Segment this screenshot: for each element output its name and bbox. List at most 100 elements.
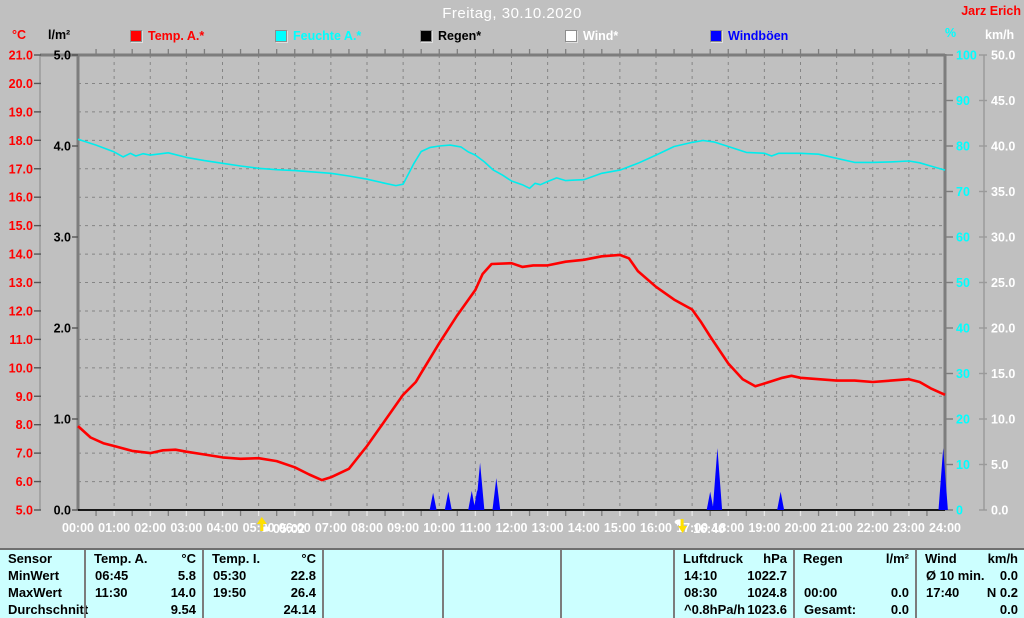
rain-tick-label: 5.0 [54,49,71,63]
table-col-luftdruck: LuftdruckhPa14:101022.708:301024.8^0.8hP… [673,550,793,618]
cell-time: 19:50 [204,585,267,600]
x-tick-label: 11:00 [460,521,491,535]
cell-value: 5.8 [148,568,202,583]
windgust-spike [713,448,722,510]
temp-tick-label: 7.0 [16,447,33,461]
x-tick-label: 13:00 [532,521,564,535]
rain-tick-label: 0.0 [54,504,71,518]
x-tick-label: 12:00 [496,521,528,535]
cell-value: 0.0 [859,585,915,600]
cell-value: 1024.8 [738,585,793,600]
cell-time: 00:00 [795,585,859,600]
weather-app-window: Freitag, 30.10.2020 Jarz Erich °C l/m² %… [0,0,1024,618]
rain-tick-label: 3.0 [54,231,71,245]
table-row [795,567,915,584]
table-row [444,584,560,601]
x-tick-label: 24:00 [929,521,961,535]
stats-table: SensorMinWertMaxWertDurchschnittTemp. A.… [0,548,1024,618]
hum-tick-label: 40 [956,322,970,336]
sunset-time-label: 16:40 [693,522,725,536]
table-col-wind: Windkm/hØ 10 min.0.017:40N 0.20.0 [915,550,1024,618]
cell-time: ^0.8hPa/h [675,602,745,617]
x-tick-label: 04:00 [207,521,239,535]
hum-tick-label: 10 [956,458,970,472]
wind-tick-label: 15.0 [991,367,1015,381]
hum-tick-label: 0 [956,504,963,518]
table-row: Ø 10 min.0.0 [917,567,1024,584]
cell-value: 9.54 [148,602,202,617]
temp-tick-label: 12.0 [9,304,33,318]
col-header: Luftdruck [675,551,763,566]
windgust-spike [430,493,437,510]
wind-tick-label: 10.0 [991,413,1015,427]
x-tick-label: 23:00 [893,521,925,535]
x-tick-label: 14:00 [568,521,600,535]
col-unit: km/h [988,551,1024,566]
table-row [324,584,442,601]
windgust-spike [707,492,714,510]
x-tick-label: 03:00 [170,521,202,535]
temp-tick-label: 9.0 [16,390,33,404]
windgust-spike [476,463,485,510]
cell-value: 0.0 [859,602,915,617]
cell-time: Ø 10 min. [917,568,985,583]
temp-tick-label: 11.0 [9,333,33,347]
table-row: 11:3014.0 [86,584,202,601]
table-row: Gesamt:0.0 [795,601,915,618]
table-col-temp-a-: Temp. A.°C06:455.811:3014.09.54 [84,550,202,618]
table-col-empty-4 [442,550,560,618]
x-tick-label: 21:00 [821,521,853,535]
wind-tick-label: 25.0 [991,276,1015,290]
temp-tick-label: 20.0 [9,77,33,91]
table-col-regen: Regenl/m²00:000.0Gesamt:0.0 [793,550,915,618]
table-row: 9.54 [86,601,202,618]
x-tick-label: 15:00 [604,521,636,535]
wind-tick-label: 0.0 [991,504,1008,518]
cell-value: 1022.7 [738,568,793,583]
table-row: 06:455.8 [86,567,202,584]
col-header: Temp. A. [86,551,181,566]
temp-tick-label: 15.0 [9,219,33,233]
row-label: MinWert [0,568,84,583]
x-tick-label: 20:00 [785,521,817,535]
hum-tick-label: 80 [956,140,970,154]
x-tick-label: 00:00 [62,521,94,535]
temp-tick-label: 13.0 [9,276,33,290]
temp-tick-label: 16.0 [9,191,33,205]
sunrise-time-label: 05:02 [273,522,305,536]
table-col-empty-3 [322,550,442,618]
cell-time: 14:10 [675,568,738,583]
wind-tick-label: 20.0 [991,322,1015,336]
cell-value: 0.0 [985,568,1024,583]
col-header: Temp. I. [204,551,301,566]
temp-tick-label: 21.0 [9,49,33,63]
cell-value: N 0.2 [974,585,1024,600]
col-header: Wind [917,551,988,566]
table-row: 05:3022.8 [204,567,322,584]
col-unit: °C [181,551,202,566]
col-header: Regen [795,551,886,566]
wind-tick-label: 30.0 [991,231,1015,245]
table-row: 08:301024.8 [675,584,793,601]
table-corner-header: Sensor [0,551,84,566]
table-row [324,601,442,618]
x-tick-label: 16:00 [640,521,672,535]
wind-tick-label: 5.0 [991,458,1008,472]
temp-tick-label: 19.0 [9,105,33,119]
hum-tick-label: 60 [956,231,970,245]
rain-tick-label: 1.0 [54,413,71,427]
hum-tick-label: 100 [956,49,977,63]
x-tick-label: 01:00 [98,521,130,535]
table-col-empty-5 [560,550,673,618]
table-row-labels: SensorMinWertMaxWertDurchschnitt [0,550,84,618]
cell-time: 06:45 [86,568,148,583]
temp-tick-label: 8.0 [16,418,33,432]
temp-tick-label: 17.0 [9,162,33,176]
table-row: 24.14 [204,601,322,618]
x-tick-label: 22:00 [857,521,889,535]
temp-tick-label: 5.0 [16,504,33,518]
cell-time: 08:30 [675,585,738,600]
table-row: 19:5026.4 [204,584,322,601]
cell-time: Gesamt: [795,602,859,617]
x-tick-label: 09:00 [387,521,419,535]
